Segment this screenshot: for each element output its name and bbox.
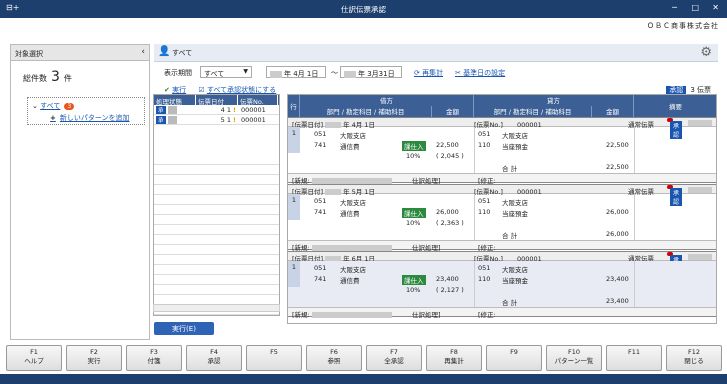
toggle[interactable]	[688, 120, 712, 126]
close-button[interactable]: ✕	[712, 3, 719, 12]
main-header: 👤 すべて ⚙	[154, 44, 718, 62]
base-date-link[interactable]: ✂ 基準日の設定	[455, 68, 505, 78]
col-credit-dept: 部門 / 勘定科目 / 補助科目	[474, 106, 592, 117]
approve-button[interactable]: 承認	[667, 185, 683, 206]
window-title: 仕訳伝票承認	[341, 5, 386, 14]
range-tilde: ～	[331, 69, 338, 77]
execute-button[interactable]: 実行(E)	[154, 322, 214, 335]
tree-item-all[interactable]: ⌄ すべて 3	[32, 101, 75, 111]
journal-entry[interactable]: [伝票日付] 年 5月 1日 [伝票No.] 000001 通常伝票 承認 1 051 大…	[288, 184, 716, 252]
f8-recalc-button[interactable]: F8 再集計	[426, 345, 482, 371]
f5-button[interactable]: F5	[246, 345, 302, 371]
detail-header: 行 借方 貸方 部門 / 勘定科目 / 補助科目 金額 部門 / 勘定科目 / …	[288, 95, 716, 117]
toggle[interactable]	[688, 254, 712, 260]
tax-badge: 課仕入	[402, 208, 426, 218]
plus-icon: +	[50, 114, 56, 122]
toggle[interactable]	[688, 187, 712, 193]
approve-all-icon: ☑	[198, 86, 205, 94]
status-bar	[0, 374, 727, 384]
journal-detail: 行 借方 貸方 部門 / 勘定科目 / 補助科目 金額 部門 / 勘定科目 / …	[287, 94, 717, 324]
voucher-list: 処理状態 伝票日付 伝票No. 承 4 1! 000001 承 5 1! 00000…	[153, 94, 280, 316]
pattern-tree: ⌄ すべて 3 + 新しいパターンを追加	[27, 97, 145, 125]
minimize-button[interactable]: ─	[672, 3, 677, 12]
col-credit: 貸方	[474, 95, 634, 106]
maximize-button[interactable]: □	[691, 3, 699, 12]
total-count: 総件数 3 件	[23, 69, 72, 85]
col-date: 伝票日付	[196, 95, 238, 106]
warning-icon: !	[233, 105, 236, 114]
company-name: ＯＢＣ商事株式会社	[647, 22, 719, 30]
f3-sticky-button[interactable]: F3 付箋	[126, 345, 182, 371]
approve-button[interactable]: 承認	[667, 118, 683, 139]
f7-approve-all-button[interactable]: F7 全承認	[366, 345, 422, 371]
col-row: 行	[288, 95, 300, 117]
warning-icon: !	[233, 115, 236, 124]
recalc-link[interactable]: ⟳ 再集計	[414, 68, 443, 78]
tax-badge: 課仕入	[402, 141, 426, 151]
f10-pattern-list-button[interactable]: F10 パターン一覧	[546, 345, 602, 371]
list-scrollbar[interactable]	[153, 304, 280, 312]
period-select[interactable]: すべて ▼	[200, 66, 252, 78]
empty-rows	[154, 155, 279, 315]
approve-all-link[interactable]: すべて承認状態にする	[207, 86, 276, 94]
function-key-bar: F1 ヘルプ F2 実行 F3 付箋 F4 承認 F5 F6 参照 F7 全承認 F8 再集計…	[6, 345, 722, 371]
pane-header: 対象選択 ‹	[11, 45, 149, 61]
f4-approve-button[interactable]: F4 承認	[186, 345, 242, 371]
f2-run-button[interactable]: F2 実行	[66, 345, 122, 371]
add-pattern-link[interactable]: + 新しいパターンを追加	[50, 113, 130, 123]
check-icon: ✔	[164, 86, 170, 94]
journal-entry[interactable]: [伝票日付] 年 4月 1日 [伝票No.] 000001 通常伝票 承認 1 051 大…	[288, 117, 716, 185]
period-label: 表示期間	[164, 69, 192, 77]
chevron-down-icon: ▼	[243, 68, 248, 75]
list-row[interactable]: 承 5 1! 000001	[154, 115, 279, 125]
user-icon: 👤	[158, 46, 171, 57]
col-credit-amount: 金額	[592, 106, 634, 117]
f1-help-button[interactable]: F1 ヘルプ	[6, 345, 62, 371]
col-debit: 借方	[300, 95, 474, 106]
approve-button[interactable]: 承認	[667, 252, 683, 273]
date-to-field[interactable]: 年 3月31日	[340, 66, 402, 78]
journal-entry[interactable]: [伝票日付]年 6月 1日[伝票No.] 000001通常伝票承認 1 051大…	[288, 251, 716, 319]
list-header: 処理状態 伝票日付 伝票No.	[154, 95, 279, 106]
title-bar: ⊟+ 仕訳伝票承認 ─ □ ✕	[0, 0, 727, 18]
target-selection-pane: 対象選択 ‹ 総件数 3 件 ⌄ すべて 3 + 新しいパターンを追加	[10, 44, 150, 340]
collapse-icon[interactable]: ‹	[141, 47, 145, 57]
pattern-title: すべて	[172, 49, 193, 57]
col-no: 伝票No.	[238, 95, 278, 106]
col-status: 処理状態	[154, 95, 196, 106]
tax-badge: 課仕入	[402, 275, 426, 285]
run-link[interactable]: 実行	[172, 86, 186, 94]
col-debit-amount: 金額	[432, 106, 474, 117]
list-row[interactable]: 承 4 1! 000001	[154, 105, 279, 115]
col-summary: 摘要	[634, 95, 716, 117]
f12-close-button[interactable]: F12 閉じる	[666, 345, 722, 371]
count-badge: 3	[64, 103, 75, 110]
f6-reference-button[interactable]: F6 参照	[306, 345, 362, 371]
gear-icon[interactable]: ⚙	[700, 45, 712, 60]
pane-title: 対象選択	[15, 50, 43, 58]
col-debit-dept: 部門 / 勘定科目 / 補助科目	[300, 106, 432, 117]
f9-button[interactable]: F9	[486, 345, 542, 371]
f11-button[interactable]: F11	[606, 345, 662, 371]
date-from-field[interactable]: 年 4月 1日	[266, 66, 326, 78]
chevron-down-icon: ⌄	[32, 102, 41, 110]
